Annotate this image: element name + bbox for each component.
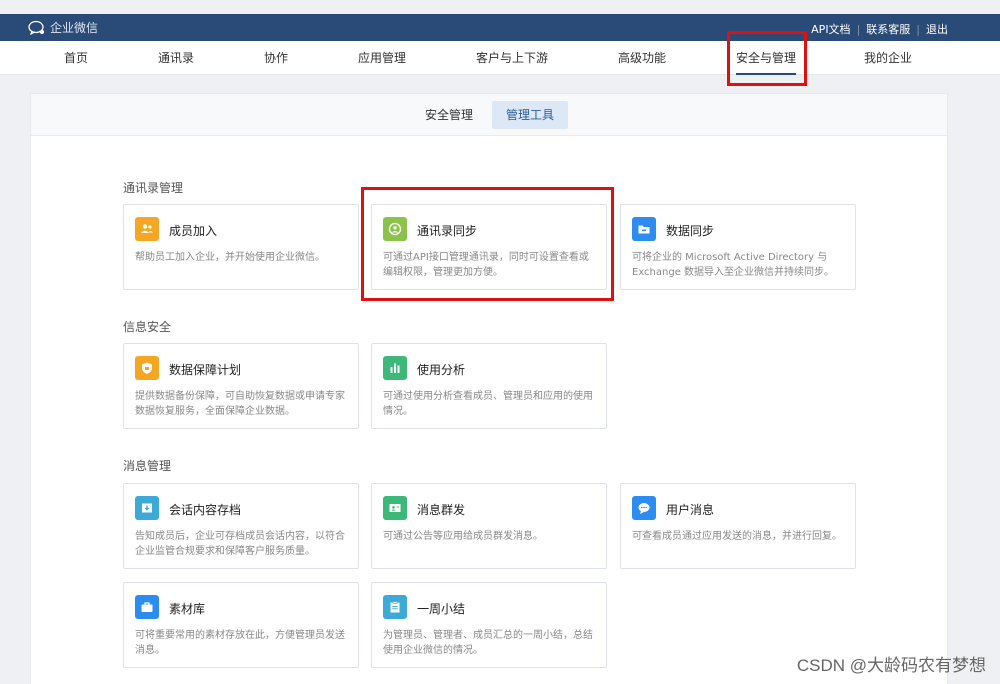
nav-contacts[interactable]: 通讯录 [146,41,206,75]
section-title-info-security: 信息安全 [123,320,172,334]
card-data-protection[interactable]: 数据保障计划 提供数据备份保障，可自助恢复数据或申请专家数据恢复服务，全面保障企… [123,343,359,429]
sub-tab-bar: 安全管理 管理工具 [31,94,947,136]
top-links: API文档 | 联系客服 | 退出 [811,21,948,37]
link-separator: | [916,22,920,36]
card-user-messages[interactable]: 用户消息 可查看成员通过应用发送的消息，并进行回复。 [620,483,856,569]
card-title: 用户消息 [666,503,715,517]
app-logo[interactable]: 企业微信 [28,19,98,36]
briefcase-icon [135,595,159,619]
wecom-logo-icon [28,20,44,35]
card-title: 素材库 [169,602,206,616]
card-material-library[interactable]: 素材库 可将重要常用的素材存放在此，方便管理员发送消息。 [123,582,359,668]
link-separator: | [856,22,861,36]
bar-chart-icon [383,356,407,380]
card-title: 一周小结 [417,602,466,616]
subtab-security[interactable]: 安全管理 [411,101,487,129]
nav-app-management[interactable]: 应用管理 [346,41,418,75]
card-description: 可通过公告等应用给成员群发消息。 [383,531,543,542]
archive-icon [135,496,159,520]
section-title-messages: 消息管理 [123,459,172,473]
card-description: 帮助员工加入企业，并开始使用企业微信。 [135,252,325,263]
main-panel: 安全管理 管理工具 通讯录管理 成员加入 帮助员工加入企业，并开始使用企业微信。… [30,93,948,684]
card-data-sync[interactable]: 数据同步 可将企业的 Microsoft Active Directory 与 … [620,204,856,290]
card-title: 数据同步 [666,224,715,238]
card-title: 消息群发 [417,503,466,517]
card-member-join[interactable]: 成员加入 帮助员工加入企业，并开始使用企业微信。 [123,204,359,290]
contact-support-link[interactable]: 联系客服 [866,21,910,37]
card-description: 为管理员、管理者、成员汇总的一周小结，总结使用企业微信的情况。 [383,630,593,656]
nav-advanced[interactable]: 高级功能 [606,41,678,75]
card-description: 可查看成员通过应用发送的消息，并进行回复。 [632,531,842,542]
top-bar: 企业微信 API文档 | 联系客服 | 退出 [0,14,1000,41]
nav-collaboration[interactable]: 协作 [252,41,300,75]
watermark: CSDN @大龄码农有梦想 [796,656,986,675]
nav-my-company[interactable]: 我的企业 [852,41,924,75]
card-description: 可将重要常用的素材存放在此，方便管理员发送消息。 [135,630,345,656]
app-logo-text: 企业微信 [50,21,99,35]
section-title-contacts: 通讯录管理 [123,181,184,195]
folder-sync-icon [632,217,656,241]
highlight-box-nav [727,31,807,86]
highlight-box-contacts-sync [361,187,614,301]
logout-link[interactable]: 退出 [926,21,948,37]
shield-icon [135,356,159,380]
subtab-tools[interactable]: 管理工具 [492,101,569,129]
users-icon [135,217,159,241]
card-title: 会话内容存档 [169,503,242,517]
clipboard-icon [383,595,407,619]
card-description: 提供数据备份保障，可自助恢复数据或申请专家数据恢复服务，全面保障企业数据。 [135,391,345,417]
card-title: 成员加入 [169,224,218,238]
nav-customers[interactable]: 客户与上下游 [470,41,554,75]
card-title: 数据保障计划 [169,363,242,377]
api-docs-link[interactable]: API文档 [811,21,850,37]
card-chat-archive[interactable]: 会话内容存档 告知成员后，企业可存档成员会话内容，以符合企业监管合规要求和保障客… [123,483,359,569]
card-description: 告知成员后，企业可存档成员会话内容，以符合企业监管合规要求和保障客户服务质量。 [135,531,345,557]
card-description: 可通过使用分析查看成员、管理员和应用的使用情况。 [383,391,593,417]
chat-icon [632,496,656,520]
card-usage-analysis[interactable]: 使用分析 可通过使用分析查看成员、管理员和应用的使用情况。 [371,343,607,429]
card-mass-message[interactable]: 消息群发 可通过公告等应用给成员群发消息。 [371,483,607,569]
card-title: 使用分析 [417,363,466,377]
card-weekly-summary[interactable]: 一周小结 为管理员、管理者、成员汇总的一周小结，总结使用企业微信的情况。 [371,582,607,668]
broadcast-icon [383,496,407,520]
nav-home[interactable]: 首页 [52,41,100,75]
main-nav: 首页 通讯录 协作 应用管理 客户与上下游 高级功能 安全与管理 我的企业 [0,41,1000,75]
card-description: 可将企业的 Microsoft Active Directory 与 Excha… [632,252,835,278]
